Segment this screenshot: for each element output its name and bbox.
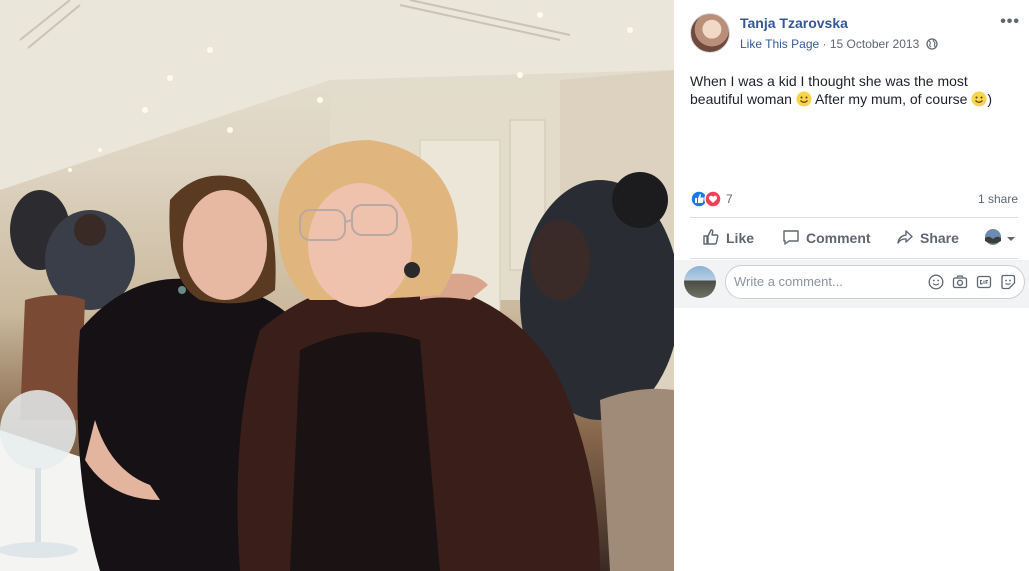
chevron-down-icon (1006, 231, 1016, 249)
comment-tools (928, 274, 1016, 290)
reaction-summary[interactable]: 7 1 share (690, 190, 1018, 208)
post-text-line1: When I was a kid I thought she was the m… (690, 73, 968, 89)
post-text: When I was a kid I thought she was the m… (690, 72, 1010, 108)
more-options-icon[interactable]: ••• (1000, 13, 1020, 31)
comment-input[interactable] (734, 274, 924, 289)
emoji-icon[interactable] (928, 274, 944, 290)
post-sidebar: Tanja Tzarovska Like This Page · 15 Octo… (674, 0, 1029, 571)
post-actions: Like Comment Share (690, 220, 1018, 254)
like-button[interactable]: Like (702, 228, 754, 248)
page-avatar[interactable] (690, 13, 730, 53)
comment-icon (782, 228, 800, 249)
reaction-icons (690, 190, 724, 213)
share-icon (896, 228, 914, 249)
post-photo[interactable] (0, 0, 674, 571)
post-text-line2b: After my mum, of course (814, 91, 968, 107)
like-icon (702, 228, 720, 249)
smiley-icon (796, 91, 812, 107)
comment-button[interactable]: Comment (782, 228, 871, 248)
reaction-count[interactable]: 7 (726, 192, 733, 206)
sticker-icon[interactable] (1000, 274, 1016, 290)
post-text-line2a: beautiful woman (690, 91, 792, 107)
page-name[interactable]: Tanja Tzarovska (740, 15, 848, 31)
viewer-avatar (684, 266, 716, 298)
share-count[interactable]: 1 share (978, 192, 1018, 206)
share-button[interactable]: Share (896, 228, 959, 248)
post-header: Tanja Tzarovska Like This Page · 15 Octo… (690, 13, 1020, 55)
audience-icon (984, 228, 1002, 251)
gif-icon[interactable] (976, 274, 992, 290)
smiley-icon (971, 91, 987, 107)
post-text-line2c: ) (987, 91, 993, 107)
camera-icon[interactable] (952, 274, 968, 290)
globe-icon[interactable] (925, 38, 938, 50)
post-date[interactable]: 15 October 2013 (830, 37, 919, 51)
photo-illustration (0, 0, 674, 571)
share-label: Share (920, 230, 959, 246)
divider (690, 258, 1018, 259)
post-meta: Like This Page · 15 October 2013 (740, 37, 938, 51)
divider (690, 217, 1018, 218)
comment-composer (674, 260, 1029, 308)
like-page-link[interactable]: Like This Page (740, 37, 819, 51)
comment-label: Comment (806, 230, 871, 246)
audience-selector[interactable] (984, 228, 1016, 251)
meta-separator: · (822, 37, 827, 51)
like-label: Like (726, 230, 755, 246)
love-reaction-icon (704, 190, 722, 208)
comment-box[interactable] (725, 265, 1025, 299)
